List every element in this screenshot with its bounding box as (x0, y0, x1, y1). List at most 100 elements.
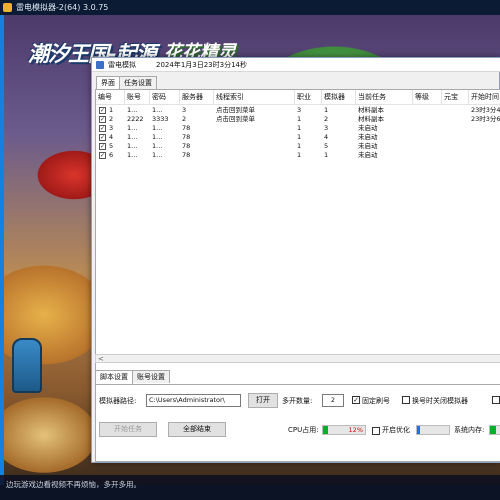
cell-start-time (469, 151, 500, 160)
fixed-refresh-checkbox[interactable]: ✓ (352, 396, 360, 404)
row-checkbox[interactable]: ✓ (99, 134, 106, 141)
optimize-checkbox[interactable] (372, 427, 380, 435)
tab-task-settings[interactable]: 任务设置 (119, 76, 157, 89)
script-settings-panel: 模拟器路径: C:\Users\Administrator\ 打开 多开数量: … (95, 384, 500, 462)
cell-server: 78 (182, 151, 191, 159)
optimize-progress-bar (416, 425, 450, 435)
cell-job: 1 (297, 115, 302, 123)
end-all-button[interactable]: 全部结束 (168, 422, 226, 437)
cell-job: 1 (297, 124, 302, 132)
col-header-job[interactable]: 职业 (295, 90, 322, 105)
cell-level (413, 142, 415, 151)
bottom-tab-strip: 脚本设置 账号设置 (95, 370, 170, 384)
cell-password: 3333 (152, 115, 169, 123)
tool-app-icon (96, 61, 104, 69)
tab-account-settings[interactable]: 账号设置 (132, 370, 170, 383)
col-header-password[interactable]: 密码 (150, 90, 180, 105)
emulator-path-input[interactable]: C:\Users\Administrator\ (146, 394, 241, 407)
tab-script-settings[interactable]: 脚本设置 (95, 370, 133, 384)
cell-server: 78 (182, 124, 191, 132)
cell-account: 1... (127, 133, 138, 141)
table-row[interactable]: ✓ 5 1... 1... 78 1 5 未启动 (96, 142, 500, 151)
cell-id: 1 (109, 106, 114, 114)
cpu-usage-bar: 12% (322, 425, 366, 435)
cell-thread (214, 124, 216, 133)
table-header: 编号 账号 密码 服务器 线程索引 职业 模拟器 当前任务 等级 元宝 开始时间 (96, 90, 500, 105)
table-horizontal-scrollbar[interactable]: < (95, 354, 500, 363)
col-header-start-time[interactable]: 开始时间 (469, 90, 500, 105)
extra-option-checkbox[interactable] (492, 396, 500, 404)
col-header-level[interactable]: 等级 (413, 90, 442, 105)
cell-task: 未启动 (358, 124, 378, 132)
cell-level (413, 133, 415, 142)
script-tool-window: 雷电模拟 2024年1月3日23时3分14秒 界面 任务设置 编号 账号 密码 … (91, 57, 500, 463)
cell-task: 未启动 (358, 142, 378, 150)
cell-yuanbao (442, 133, 444, 142)
emulator-path-label: 模拟器路径: (99, 397, 137, 405)
game-logo-separator: × (143, 44, 153, 57)
emulator-side-accent (0, 15, 4, 485)
emulator-footer-tip: 边玩游戏边看视频不再烦恼，多开多用。 (0, 475, 500, 500)
cell-start-time (469, 133, 500, 142)
cell-server: 3 (182, 106, 187, 114)
cell-yuanbao (442, 106, 444, 115)
top-tab-strip: 界面 任务设置 (96, 76, 157, 90)
cpu-usage-value: 12% (348, 426, 363, 434)
cell-start-time (469, 124, 500, 133)
emulator-title: 雷电模拟器-2(64) 3.0.75 (16, 3, 109, 12)
emulator-app-icon (3, 3, 12, 12)
row-checkbox[interactable]: ✓ (99, 116, 106, 123)
col-header-id[interactable]: 编号 (96, 90, 125, 105)
system-memory-bar (489, 425, 500, 435)
tool-titlebar[interactable]: 雷电模拟 2024年1月3日23时3分14秒 (92, 58, 500, 72)
table-row[interactable]: ✓ 4 1... 1... 78 1 4 未启动 (96, 133, 500, 142)
cell-thread: 点击回到菜单 (216, 115, 255, 123)
tool-title: 雷电模拟 (108, 61, 136, 69)
multi-count-input[interactable]: 2 (322, 394, 344, 407)
col-header-task[interactable]: 当前任务 (356, 90, 413, 105)
cell-emulator: 5 (324, 142, 329, 150)
optimize-label: 开启优化 (382, 426, 410, 434)
cell-password: 1... (152, 124, 163, 132)
scroll-left-arrow-icon[interactable]: < (98, 355, 104, 363)
row-checkbox[interactable]: ✓ (99, 152, 106, 159)
multi-count-label: 多开数量: (282, 397, 313, 405)
cell-thread (214, 142, 216, 151)
row-checkbox[interactable]: ✓ (99, 107, 106, 114)
cell-emulator: 3 (324, 124, 329, 132)
system-memory-label: 系统内存: (454, 426, 485, 434)
cell-password: 1... (152, 142, 163, 150)
row-checkbox[interactable]: ✓ (99, 143, 106, 150)
fixed-refresh-label: 固定刷号 (362, 397, 390, 405)
table-row[interactable]: ✓ 2 2222 3333 2 点击回到菜单 1 2 材料副本 23时3分6 (96, 115, 500, 124)
col-header-yuanbao[interactable]: 元宝 (442, 90, 469, 105)
close-on-switch-checkbox[interactable] (402, 396, 410, 404)
table-row[interactable]: ✓ 1 1... 1... 3 点击回到菜单 3 1 材料副本 23时3分4 (96, 106, 500, 115)
cell-emulator: 4 (324, 133, 329, 141)
cell-account: 1... (127, 106, 138, 114)
col-header-server[interactable]: 服务器 (180, 90, 214, 105)
game-tower-graphic (12, 338, 42, 393)
cell-emulator: 1 (324, 106, 329, 114)
cell-thread (214, 151, 216, 160)
cell-task: 材料副本 (358, 115, 384, 123)
start-task-button[interactable]: 开始任务 (99, 422, 157, 437)
cell-emulator: 2 (324, 115, 329, 123)
table-row[interactable]: ✓ 3 1... 1... 78 1 3 未启动 (96, 124, 500, 133)
col-header-account[interactable]: 账号 (125, 90, 150, 105)
col-header-thread[interactable]: 线程索引 (214, 90, 295, 105)
cell-task: 材料副本 (358, 106, 384, 114)
tab-interface[interactable]: 界面 (96, 76, 120, 90)
cell-job: 1 (297, 142, 302, 150)
cell-id: 3 (109, 124, 114, 132)
cell-start-time: 23时3分6 (471, 115, 500, 123)
cpu-usage-fill (323, 426, 328, 434)
row-checkbox[interactable]: ✓ (99, 125, 106, 132)
open-button[interactable]: 打开 (248, 393, 278, 408)
cell-account: 1... (127, 151, 138, 159)
col-header-emulator[interactable]: 模拟器 (322, 90, 356, 105)
table-row[interactable]: ✓ 6 1... 1... 78 1 1 未启动 (96, 151, 500, 160)
close-on-switch-label: 换号时关闭模拟器 (412, 397, 468, 405)
cell-yuanbao (442, 151, 444, 160)
cell-job: 3 (297, 106, 302, 114)
